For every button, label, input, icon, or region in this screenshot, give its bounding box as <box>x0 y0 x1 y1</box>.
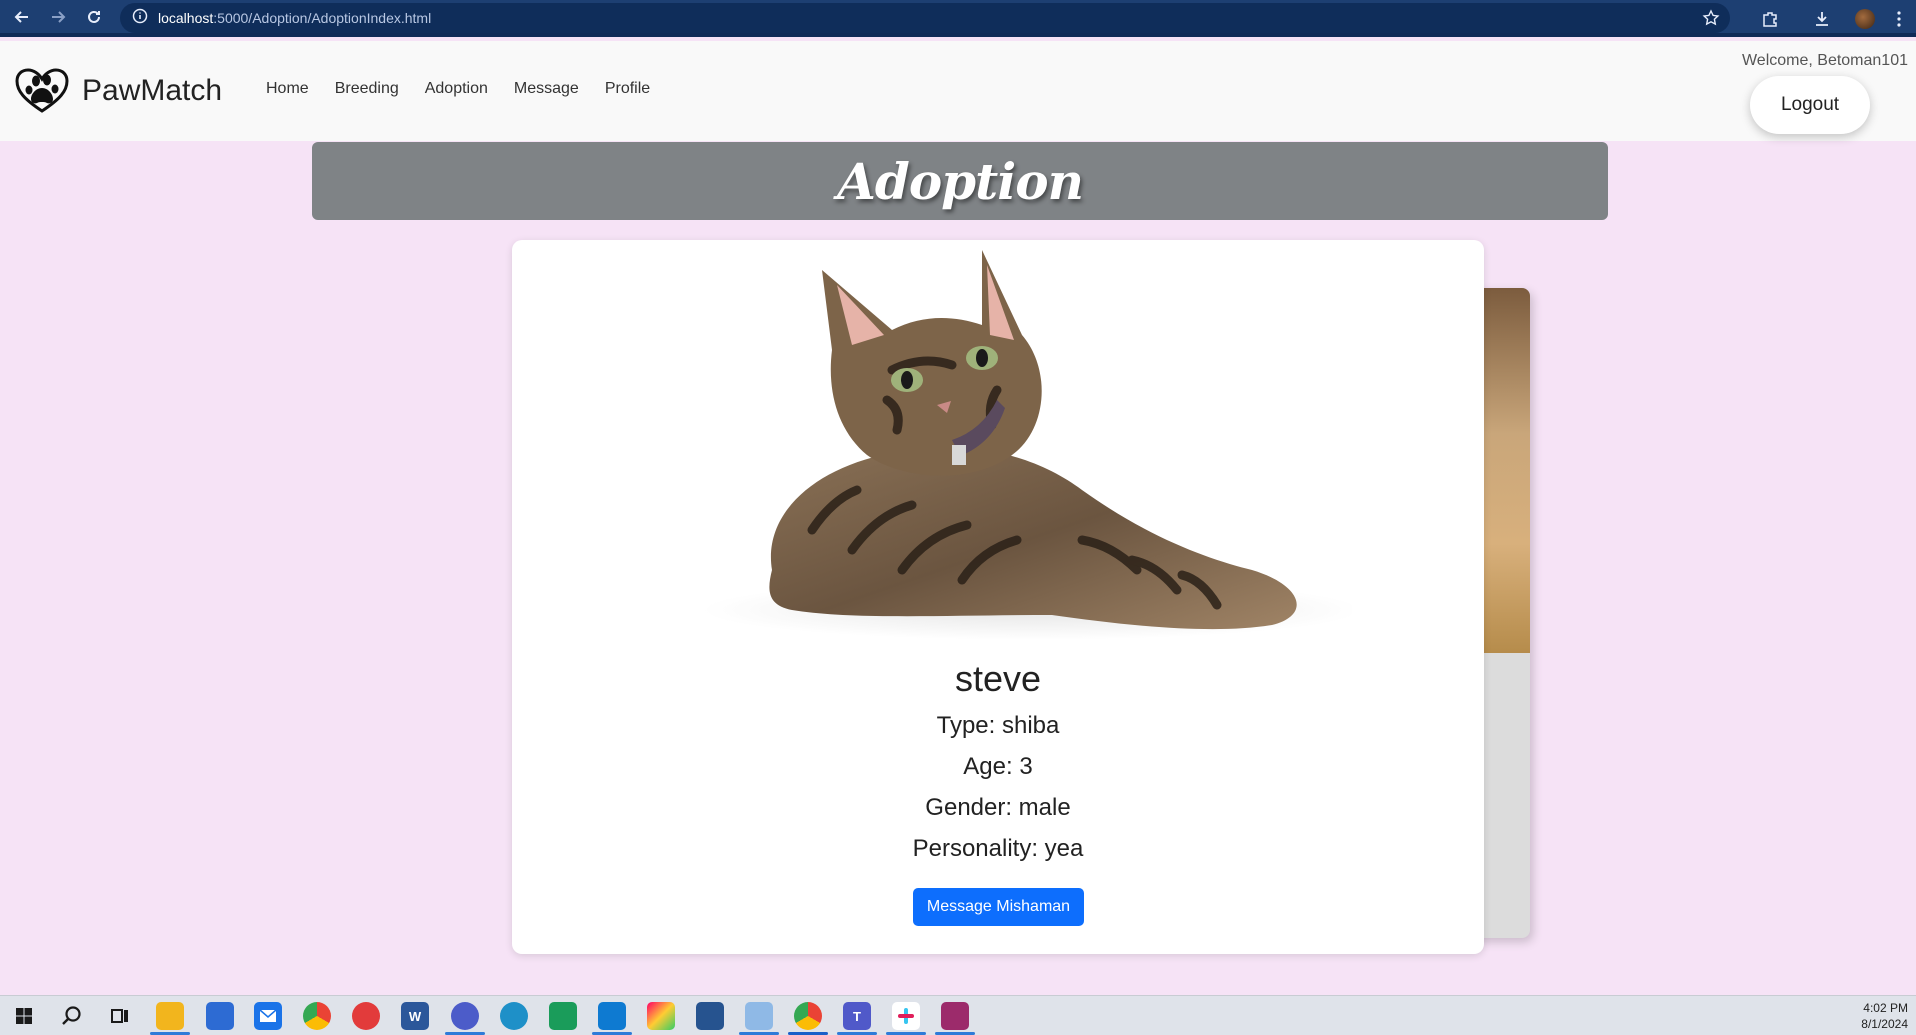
reload-icon[interactable] <box>76 0 112 35</box>
mail-icon[interactable] <box>254 1002 282 1030</box>
menu-icon[interactable] <box>1882 0 1916 37</box>
app-red-icon[interactable] <box>352 1002 380 1030</box>
main-nav: Home Breeding Adoption Message Profile <box>266 80 676 98</box>
slack-icon[interactable] <box>892 1002 920 1030</box>
pet-age: Age: 3 <box>963 753 1033 780</box>
adoption-banner: Adoption <box>312 142 1608 220</box>
store-icon[interactable] <box>206 1002 234 1030</box>
chrome-profile-icon[interactable] <box>794 1002 822 1030</box>
nav-breeding[interactable]: Breeding <box>335 80 399 98</box>
pet-type: Type: shiba <box>936 712 1060 739</box>
word-icon[interactable]: W <box>401 1002 429 1030</box>
vscode-icon[interactable] <box>598 1002 626 1030</box>
url-text: localhost:5000/Adoption/AdoptionIndex.ht… <box>158 10 432 26</box>
extensions-icon[interactable] <box>1744 0 1796 37</box>
profile-avatar[interactable] <box>1848 0 1882 37</box>
nav-adoption[interactable]: Adoption <box>425 80 488 98</box>
clock-date: 8/1/2024 <box>1861 1017 1908 1031</box>
chrome-icon[interactable] <box>303 1002 331 1030</box>
address-bar[interactable]: localhost:5000/Adoption/AdoptionIndex.ht… <box>120 3 1730 33</box>
page-title: Adoption <box>837 151 1084 211</box>
bookmark-star-icon[interactable] <box>1702 9 1720 32</box>
pet-photo <box>702 250 1352 640</box>
paw-heart-logo-icon <box>15 68 69 113</box>
app-blue-icon[interactable] <box>745 1002 773 1030</box>
edge-icon[interactable] <box>500 1002 528 1030</box>
app-green-icon[interactable] <box>549 1002 577 1030</box>
system-clock[interactable]: 4:02 PM 8/1/2024 <box>1861 1000 1908 1032</box>
site-info-icon[interactable] <box>132 8 148 29</box>
taskbar: W T 4:02 PM 8/1/2024 <box>0 995 1916 1035</box>
nav-message[interactable]: Message <box>514 80 579 98</box>
welcome-text: Welcome, Betoman101 <box>1741 52 1908 69</box>
forward-icon[interactable] <box>40 0 76 35</box>
logout-button[interactable]: Logout <box>1750 76 1870 134</box>
next-pet-photo <box>1484 288 1530 653</box>
winrar-icon[interactable] <box>941 1002 969 1030</box>
teams-icon[interactable]: T <box>843 1002 871 1030</box>
task-view-icon[interactable] <box>106 1002 134 1030</box>
pet-personality: Personality: yea <box>912 835 1084 862</box>
pet-card[interactable]: steve Type: shiba Age: 3 Gender: male Pe… <box>512 240 1484 954</box>
downloads-icon[interactable] <box>1796 0 1848 37</box>
start-icon[interactable] <box>10 1002 38 1030</box>
browser-toolbar: localhost:5000/Adoption/AdoptionIndex.ht… <box>0 0 1916 37</box>
search-icon[interactable] <box>58 1002 86 1030</box>
virtualbox-icon[interactable] <box>696 1002 724 1030</box>
pet-gender: Gender: male <box>925 794 1071 821</box>
file-explorer-icon[interactable] <box>156 1002 184 1030</box>
site-header: PawMatch Home Breeding Adoption Message … <box>0 41 1916 141</box>
app-badge-icon[interactable] <box>451 1002 479 1030</box>
clock-time: 4:02 PM <box>1863 1001 1908 1015</box>
brand-name[interactable]: PawMatch <box>82 74 222 108</box>
message-owner-button[interactable]: Message Mishaman <box>913 888 1084 926</box>
nav-profile[interactable]: Profile <box>605 80 650 98</box>
app-color-icon[interactable] <box>647 1002 675 1030</box>
nav-home[interactable]: Home <box>266 80 309 98</box>
pet-name: steve <box>954 658 1042 699</box>
back-icon[interactable] <box>4 0 40 35</box>
brand[interactable]: PawMatch <box>14 67 222 115</box>
